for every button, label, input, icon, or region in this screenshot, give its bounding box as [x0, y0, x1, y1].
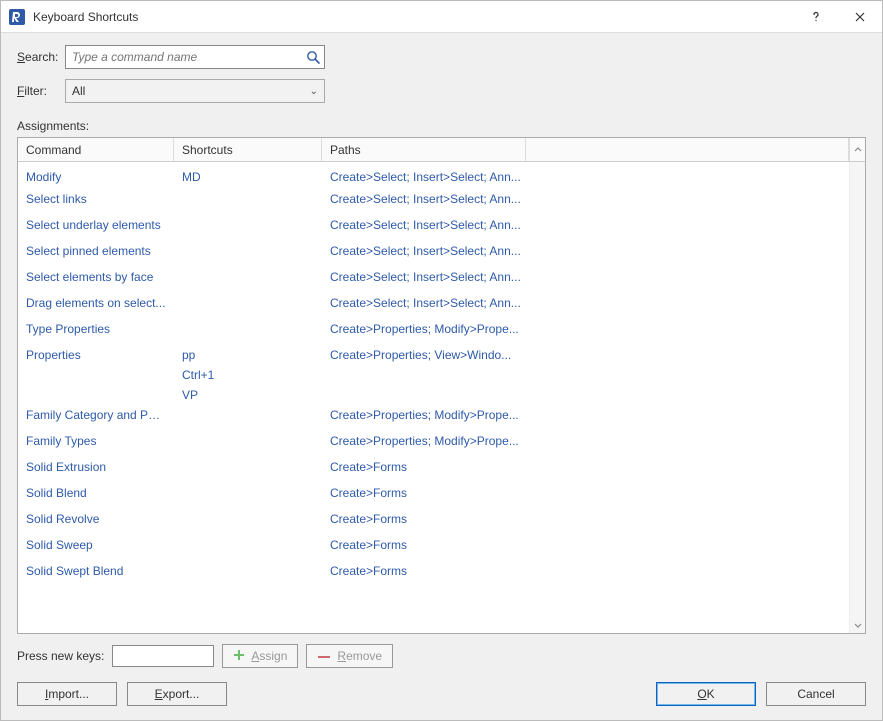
- filter-row: Filter: All ⌄: [17, 79, 866, 103]
- command-cell: Type Properties: [18, 322, 174, 336]
- ok-button[interactable]: OK: [656, 682, 756, 706]
- assignments-label: Assignments:: [17, 119, 866, 133]
- shortcuts-cell: pp Ctrl+1 VP: [174, 348, 322, 402]
- assign-label: ssign: [259, 649, 287, 663]
- table-row[interactable]: Family Types Create>Properties; Modify>Pr…: [18, 430, 849, 456]
- new-keys-input[interactable]: [112, 645, 214, 667]
- keyboard-shortcuts-dialog: Keyboard Shortcuts Search: Filter: All ⌄: [0, 0, 883, 721]
- filter-value: All: [72, 84, 85, 98]
- paths-cell: Create>Select; Insert>Select; Ann...: [322, 192, 672, 206]
- command-cell: Select links: [18, 192, 174, 206]
- table-row[interactable]: Select underlay elements Create>Select; I…: [18, 214, 849, 240]
- paths-cell: Create>Properties; Modify>Prope...: [322, 408, 672, 422]
- table-row[interactable]: Solid Revolve Create>Forms: [18, 508, 849, 534]
- table-row[interactable]: Modify MD Create>Select; Insert>Select; An…: [18, 162, 849, 188]
- table-row[interactable]: Drag elements on select... Create>Select;…: [18, 292, 849, 318]
- titlebar: Keyboard Shortcuts: [1, 1, 882, 33]
- cancel-button[interactable]: Cancel: [766, 682, 866, 706]
- paths-cell: Create>Select; Insert>Select; Ann...: [322, 218, 672, 232]
- command-cell: Modify: [18, 170, 174, 184]
- command-cell: Select pinned elements: [18, 244, 174, 258]
- command-cell: Properties: [18, 348, 174, 362]
- search-input[interactable]: [65, 45, 325, 69]
- remove-button[interactable]: Remove: [306, 644, 393, 668]
- command-cell: Drag elements on select...: [18, 296, 174, 310]
- table-row[interactable]: Solid Extrusion Create>Forms: [18, 456, 849, 482]
- command-cell: Solid Extrusion: [18, 460, 174, 474]
- footer: Import... Export... OK Cancel: [17, 682, 866, 706]
- dialog-content: Search: Filter: All ⌄ Assignments: Comma…: [1, 33, 882, 720]
- paths-cell: Create>Select; Insert>Select; Ann...: [322, 244, 672, 258]
- paths-cell: Create>Forms: [322, 460, 672, 474]
- paths-cell: Create>Forms: [322, 564, 672, 578]
- assign-button[interactable]: Assign: [222, 644, 298, 668]
- search-row: Search:: [17, 45, 866, 69]
- paths-cell: Create>Properties; Modify>Prope...: [322, 434, 672, 448]
- command-cell: Solid Revolve: [18, 512, 174, 526]
- vertical-scrollbar[interactable]: [849, 162, 865, 633]
- command-cell: Family Category and Par...: [18, 408, 174, 422]
- command-cell: Solid Swept Blend: [18, 564, 174, 578]
- import-button[interactable]: Import...: [17, 682, 117, 706]
- revit-icon: [7, 7, 27, 27]
- command-cell: Family Types: [18, 434, 174, 448]
- column-filler: [526, 138, 849, 161]
- command-cell: Select underlay elements: [18, 218, 174, 232]
- dialog-title: Keyboard Shortcuts: [33, 10, 794, 24]
- close-button[interactable]: [838, 1, 882, 33]
- table-row[interactable]: Select pinned elements Create>Select; Ins…: [18, 240, 849, 266]
- paths-cell: Create>Properties; Modify>Prope...: [322, 322, 672, 336]
- shortcut-value: VP: [182, 388, 314, 402]
- command-cell: Solid Blend: [18, 486, 174, 500]
- press-new-keys-label: Press new keys:: [17, 649, 104, 663]
- minus-icon: [317, 649, 331, 663]
- scroll-up-icon[interactable]: [849, 138, 865, 161]
- command-cell: Select elements by face: [18, 270, 174, 284]
- assignments-grid: Command Shortcuts Paths Modify MD Create>S…: [17, 137, 866, 634]
- table-row[interactable]: Type Properties Create>Properties; Modify…: [18, 318, 849, 344]
- table-row[interactable]: Solid Sweep Create>Forms: [18, 534, 849, 560]
- shortcut-value: MD: [182, 170, 314, 184]
- paths-cell: Create>Forms: [322, 486, 672, 500]
- search-wrap: [65, 45, 325, 69]
- table-row[interactable]: Select links Create>Select; Insert>Select…: [18, 188, 849, 214]
- column-paths[interactable]: Paths: [322, 138, 526, 161]
- grid-body: Modify MD Create>Select; Insert>Select; An…: [18, 162, 865, 633]
- command-cell: Solid Sweep: [18, 538, 174, 552]
- paths-cell: Create>Forms: [322, 512, 672, 526]
- paths-cell: Create>Properties; View>Windo...: [322, 348, 672, 362]
- remove-label: emove: [346, 649, 382, 663]
- search-label: Search:: [17, 50, 65, 64]
- filter-select[interactable]: All ⌄: [65, 79, 325, 103]
- table-row[interactable]: Properties pp Ctrl+1 VP Create>Properties; V…: [18, 344, 849, 404]
- shortcut-value: pp: [182, 348, 314, 362]
- table-row[interactable]: Family Category and Par... Create>Propert…: [18, 404, 849, 430]
- export-button[interactable]: Export...: [127, 682, 227, 706]
- table-row[interactable]: Solid Swept Blend Create>Forms: [18, 560, 849, 586]
- table-row[interactable]: Select elements by face Create>Select; In…: [18, 266, 849, 292]
- table-row[interactable]: Solid Blend Create>Forms: [18, 482, 849, 508]
- scroll-down-icon[interactable]: [850, 617, 865, 633]
- shortcut-value: Ctrl+1: [182, 368, 314, 382]
- column-shortcuts[interactable]: Shortcuts: [174, 138, 322, 161]
- column-command[interactable]: Command: [18, 138, 174, 161]
- new-keys-row: Press new keys: Assign Remove: [17, 644, 866, 668]
- rows-container: Modify MD Create>Select; Insert>Select; An…: [18, 162, 849, 586]
- filter-label: Filter:: [17, 84, 65, 98]
- grid-header: Command Shortcuts Paths: [18, 138, 865, 162]
- paths-cell: Create>Forms: [322, 538, 672, 552]
- help-button[interactable]: [794, 1, 838, 33]
- shortcuts-cell: MD: [174, 170, 322, 184]
- paths-cell: Create>Select; Insert>Select; Ann...: [322, 270, 672, 284]
- plus-icon: [233, 649, 245, 664]
- paths-cell: Create>Select; Insert>Select; Ann...: [322, 170, 672, 184]
- chevron-down-icon: ⌄: [310, 86, 318, 97]
- paths-cell: Create>Select; Insert>Select; Ann...: [322, 296, 672, 310]
